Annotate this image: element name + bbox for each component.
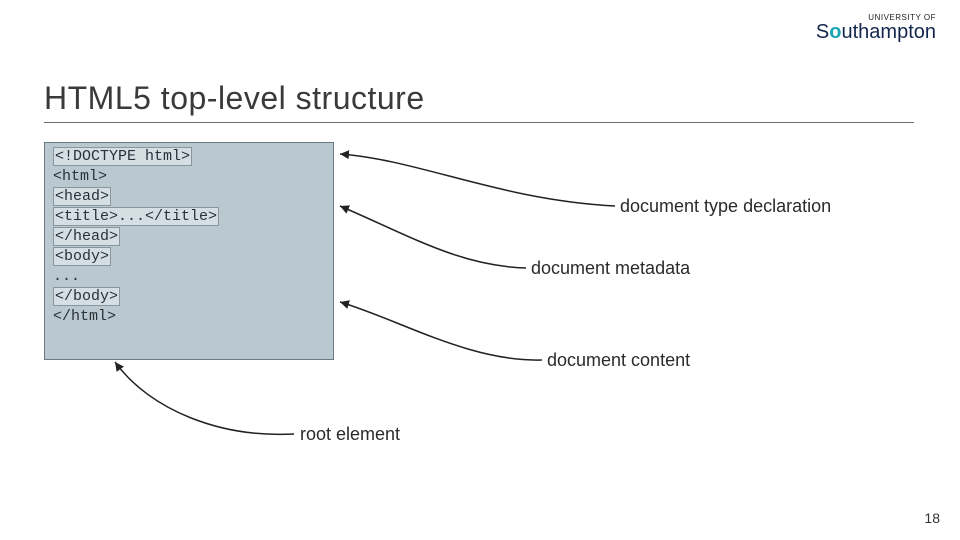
title-underline bbox=[44, 122, 914, 123]
code-title: <title>...</title> bbox=[53, 207, 219, 226]
code-box: <!DOCTYPE html> <html> <head> <title>...… bbox=[44, 142, 334, 360]
label-metadata: document metadata bbox=[531, 258, 690, 279]
code-head-close: </head> bbox=[53, 227, 120, 246]
code-doctype: <!DOCTYPE html> bbox=[53, 147, 192, 166]
page-number: 18 bbox=[924, 510, 940, 526]
code-body-close: </body> bbox=[53, 287, 120, 306]
label-doctype: document type declaration bbox=[620, 196, 831, 217]
code-body-open: <body> bbox=[53, 247, 111, 266]
logo-text-rest: uthampton bbox=[841, 21, 936, 43]
university-logo: UNIVERSITY OF Southampton bbox=[816, 14, 936, 42]
slide-title: HTML5 top-level structure bbox=[44, 80, 425, 117]
label-root: root element bbox=[300, 424, 400, 445]
logo-main: Southampton bbox=[816, 22, 936, 42]
code-ellipsis: ... bbox=[53, 268, 80, 285]
logo-text-pre: S bbox=[816, 21, 829, 43]
code-head-open: <head> bbox=[53, 187, 111, 206]
code-html-open: <html> bbox=[53, 168, 107, 185]
logo-accent-letter: o bbox=[829, 21, 841, 43]
code-html-close: </html> bbox=[53, 308, 116, 325]
label-content: document content bbox=[547, 350, 690, 371]
